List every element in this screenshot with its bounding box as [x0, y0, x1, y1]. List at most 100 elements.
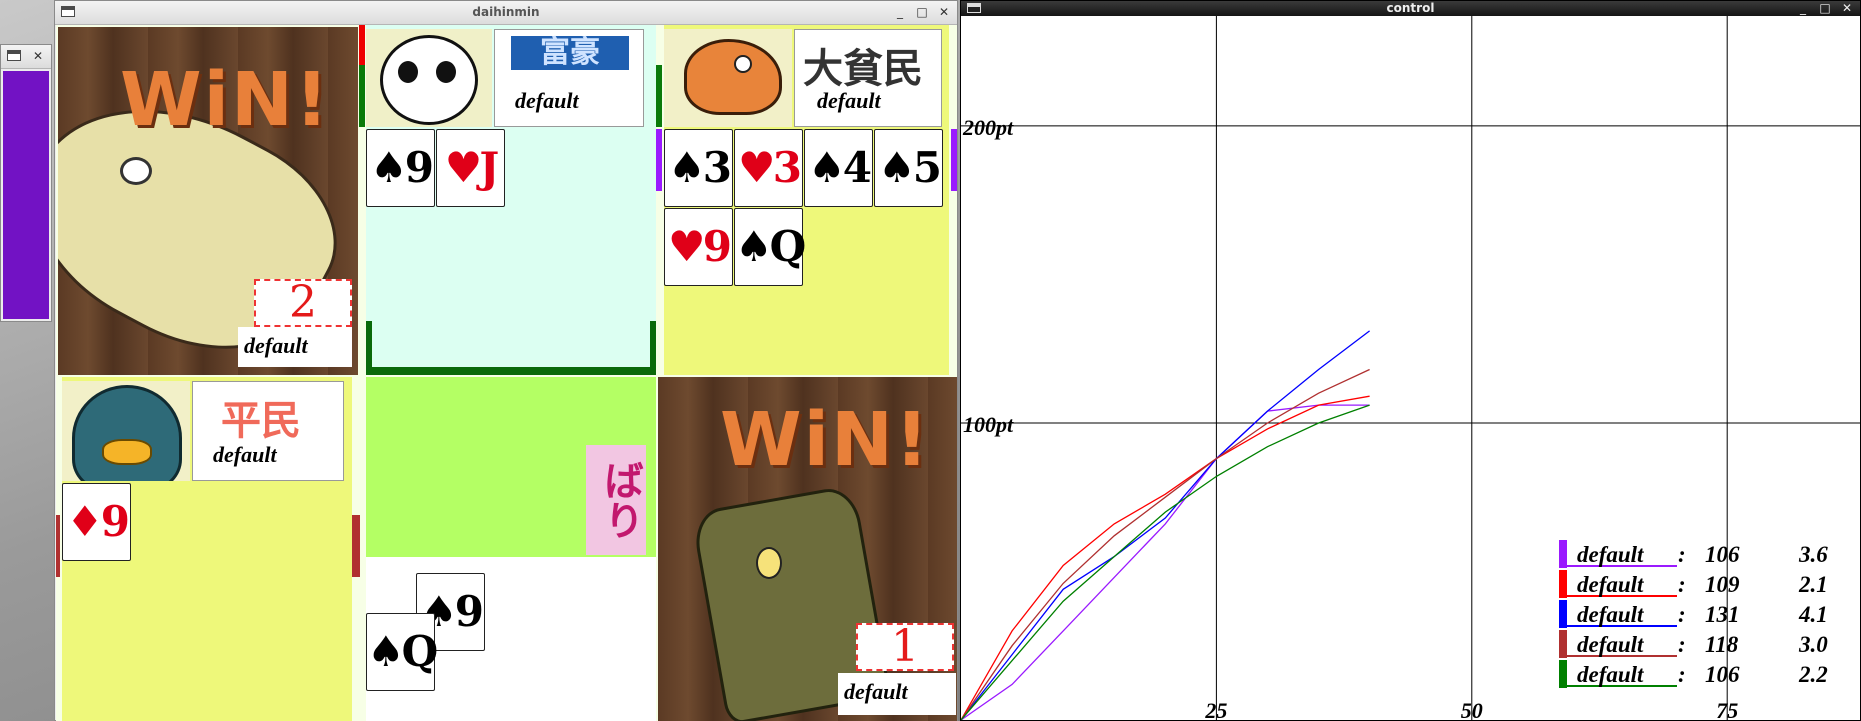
card[interactable]: ♠4 — [804, 129, 873, 207]
finish-rank-number: 1 — [856, 623, 954, 671]
rank-title-box: 富豪 default — [494, 29, 644, 127]
game-window: daihinmin _ □ ✕ WiN! 2 default 富豪 defaul… — [54, 0, 958, 721]
turn-indicator-purple — [951, 129, 957, 191]
card[interactable]: ♠9 — [366, 129, 435, 207]
maximize-button[interactable]: □ — [913, 3, 931, 21]
win-stamp: WiN! — [120, 57, 331, 143]
purple-color-panel — [3, 71, 49, 319]
status-stamp: ばり — [586, 445, 646, 555]
played-card: ♠Q — [366, 613, 438, 691]
legend-color-swatch — [1559, 570, 1567, 598]
legend-separator: : — [1678, 632, 1686, 657]
card[interactable]: ♥J — [436, 129, 505, 207]
player-name: default — [817, 88, 881, 113]
minimize-button[interactable]: _ — [1794, 0, 1812, 17]
turn-indicator-green — [359, 65, 365, 127]
turn-indicator-brown — [56, 515, 60, 577]
hand-cards: ♠3 ♥3 ♠4 ♠5 ♥9 ♠Q — [664, 129, 949, 291]
selection-frame-left — [366, 321, 372, 375]
small-window-titlebar[interactable]: ✕ — [1, 45, 51, 69]
card[interactable]: ♦9 — [62, 483, 131, 561]
player-panel-top-right: 大貧民 default ♠3 ♥3 ♠4 ♠5 ♥9 ♠Q — [664, 25, 949, 375]
player-name: default — [238, 327, 352, 367]
legend-average: 2.1 — [1798, 572, 1828, 597]
window-icon — [7, 50, 21, 61]
legend-average: 2.2 — [1798, 662, 1828, 687]
window-title: control — [1386, 1, 1435, 15]
player-name: default — [515, 88, 579, 113]
legend-score: 131 — [1705, 602, 1740, 627]
game-board: WiN! 2 default 富豪 default ♠9 ♥J 大貧民 defa… — [56, 25, 957, 721]
close-button[interactable]: ✕ — [1838, 0, 1856, 17]
panda-avatar — [366, 29, 492, 127]
player-panel-bottom-right: WiN! 1 default — [658, 377, 957, 721]
window-title: daihinmin — [472, 5, 540, 19]
legend-separator: : — [1678, 602, 1686, 627]
legend-color-swatch — [1559, 660, 1567, 688]
play-field: ばり ♠9 ♠Q — [366, 377, 656, 721]
turn-indicator-brown — [352, 515, 360, 577]
player-panel-top-left: WiN! 2 default — [58, 27, 358, 375]
card[interactable]: ♥3 — [734, 129, 803, 207]
small-window: ✕ — [0, 44, 52, 322]
legend-score: 118 — [1705, 632, 1739, 657]
legend-series-name: default — [1577, 662, 1644, 687]
legend-separator: : — [1678, 662, 1686, 687]
hand-cards: ♠9 ♥J — [366, 129, 656, 209]
game-window-titlebar[interactable]: daihinmin _ □ ✕ — [55, 1, 957, 25]
legend-average: 3.6 — [1798, 542, 1828, 567]
card[interactable]: ♠3 — [664, 129, 733, 207]
legend-color-swatch — [1559, 600, 1567, 628]
control-window: control _ □ ✕ 25 50 75 100pt 200pt default:1… — [960, 0, 1861, 721]
turn-indicator-green — [656, 65, 662, 127]
x-tick-label: 75 — [1716, 698, 1738, 720]
legend-series-name: default — [1577, 542, 1644, 567]
penguin-beak — [102, 439, 152, 465]
robot-eye — [756, 547, 782, 579]
turn-indicator-purple — [656, 129, 662, 191]
rank-title-box: 平民 default — [192, 381, 344, 481]
legend-separator: : — [1678, 572, 1686, 597]
win-stamp: WiN! — [720, 397, 931, 483]
control-window-titlebar[interactable]: control _ □ ✕ — [961, 1, 1860, 17]
legend-series-name: default — [1577, 572, 1644, 597]
rank-title: 平民 — [221, 397, 301, 444]
legend-series-name: default — [1577, 602, 1644, 627]
close-button[interactable]: ✕ — [29, 47, 47, 65]
rank-title: 大貧民 — [803, 45, 923, 92]
minimize-button[interactable]: _ — [891, 3, 909, 21]
turn-indicator-red — [359, 25, 365, 65]
y-tick-label: 100pt — [963, 412, 1014, 437]
close-button[interactable]: ✕ — [935, 3, 953, 21]
player-name: default — [213, 442, 277, 467]
rank-title-box: 大貧民 default — [794, 29, 942, 127]
player-panel-bottom-left: 平民 default ♦9 — [62, 377, 352, 721]
maximize-button[interactable]: □ — [1816, 0, 1834, 17]
legend-color-swatch — [1559, 630, 1567, 658]
panda-eye-right — [436, 61, 456, 83]
score-chart: 25 50 75100pt200pt default:106 3.6default:1… — [961, 16, 1860, 720]
y-tick-label: 200pt — [962, 115, 1014, 140]
panda-head — [380, 35, 478, 125]
fish-eye — [120, 157, 152, 185]
dragon-eye — [734, 55, 752, 73]
card[interactable]: ♠Q — [734, 208, 806, 286]
dragon-head — [684, 39, 782, 115]
legend-score: 109 — [1705, 572, 1740, 597]
legend-score: 106 — [1705, 542, 1740, 567]
legend-average: 4.1 — [1798, 602, 1828, 627]
finish-rank-number: 2 — [254, 279, 352, 327]
hand-cards: ♦9 — [62, 483, 352, 563]
x-tick-label: 25 — [1204, 698, 1227, 720]
legend-color-swatch — [1559, 540, 1567, 568]
dragon-avatar — [664, 29, 792, 127]
legend-score: 106 — [1705, 662, 1740, 687]
panda-eye-left — [398, 61, 418, 83]
legend-separator: : — [1678, 542, 1686, 567]
player-name: default — [838, 673, 956, 715]
legend-average: 3.0 — [1798, 632, 1828, 657]
legend-series-name: default — [1577, 632, 1644, 657]
x-tick-label: 50 — [1461, 698, 1483, 720]
card[interactable]: ♥9 — [664, 208, 733, 286]
card[interactable]: ♠5 — [874, 129, 943, 207]
